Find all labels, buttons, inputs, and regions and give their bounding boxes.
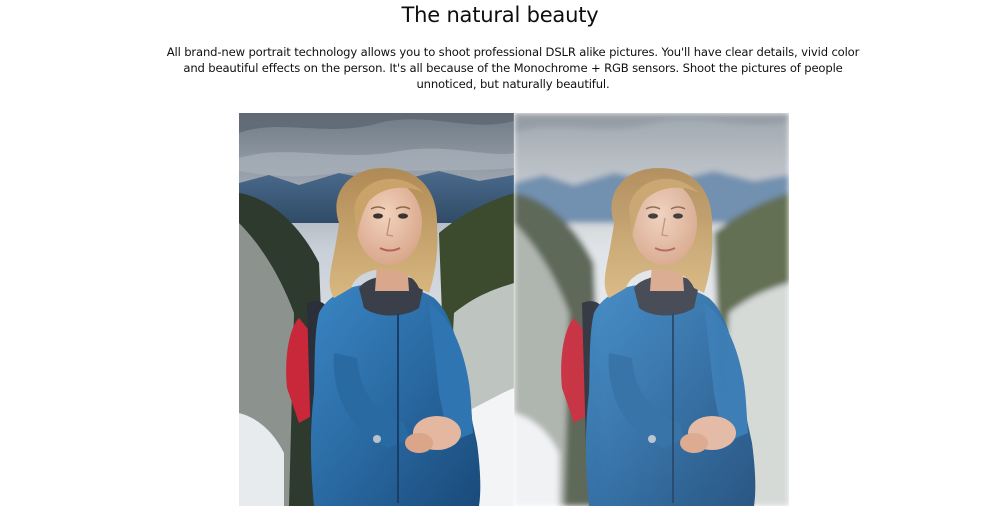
page-title: The natural beauty [401, 3, 599, 27]
right-photo [514, 113, 789, 506]
product-page: The natural beauty All brand-new portrai… [0, 0, 1000, 506]
photo-comparison [239, 113, 789, 506]
left-photo [239, 113, 514, 506]
feature-description: All brand-new portrait technology allows… [166, 45, 860, 92]
